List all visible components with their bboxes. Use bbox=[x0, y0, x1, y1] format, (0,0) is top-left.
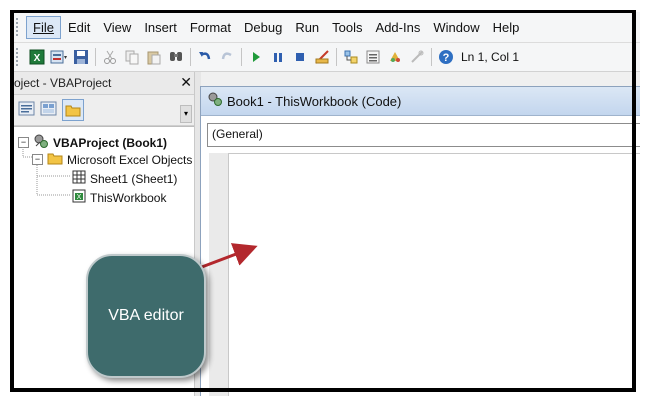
vba-editor-screenshot: File Edit View Insert Format Debug Run T… bbox=[12, 12, 640, 396]
vba-editor-callout: VBA editor bbox=[86, 254, 206, 378]
callout-label: VBA editor bbox=[108, 307, 184, 324]
